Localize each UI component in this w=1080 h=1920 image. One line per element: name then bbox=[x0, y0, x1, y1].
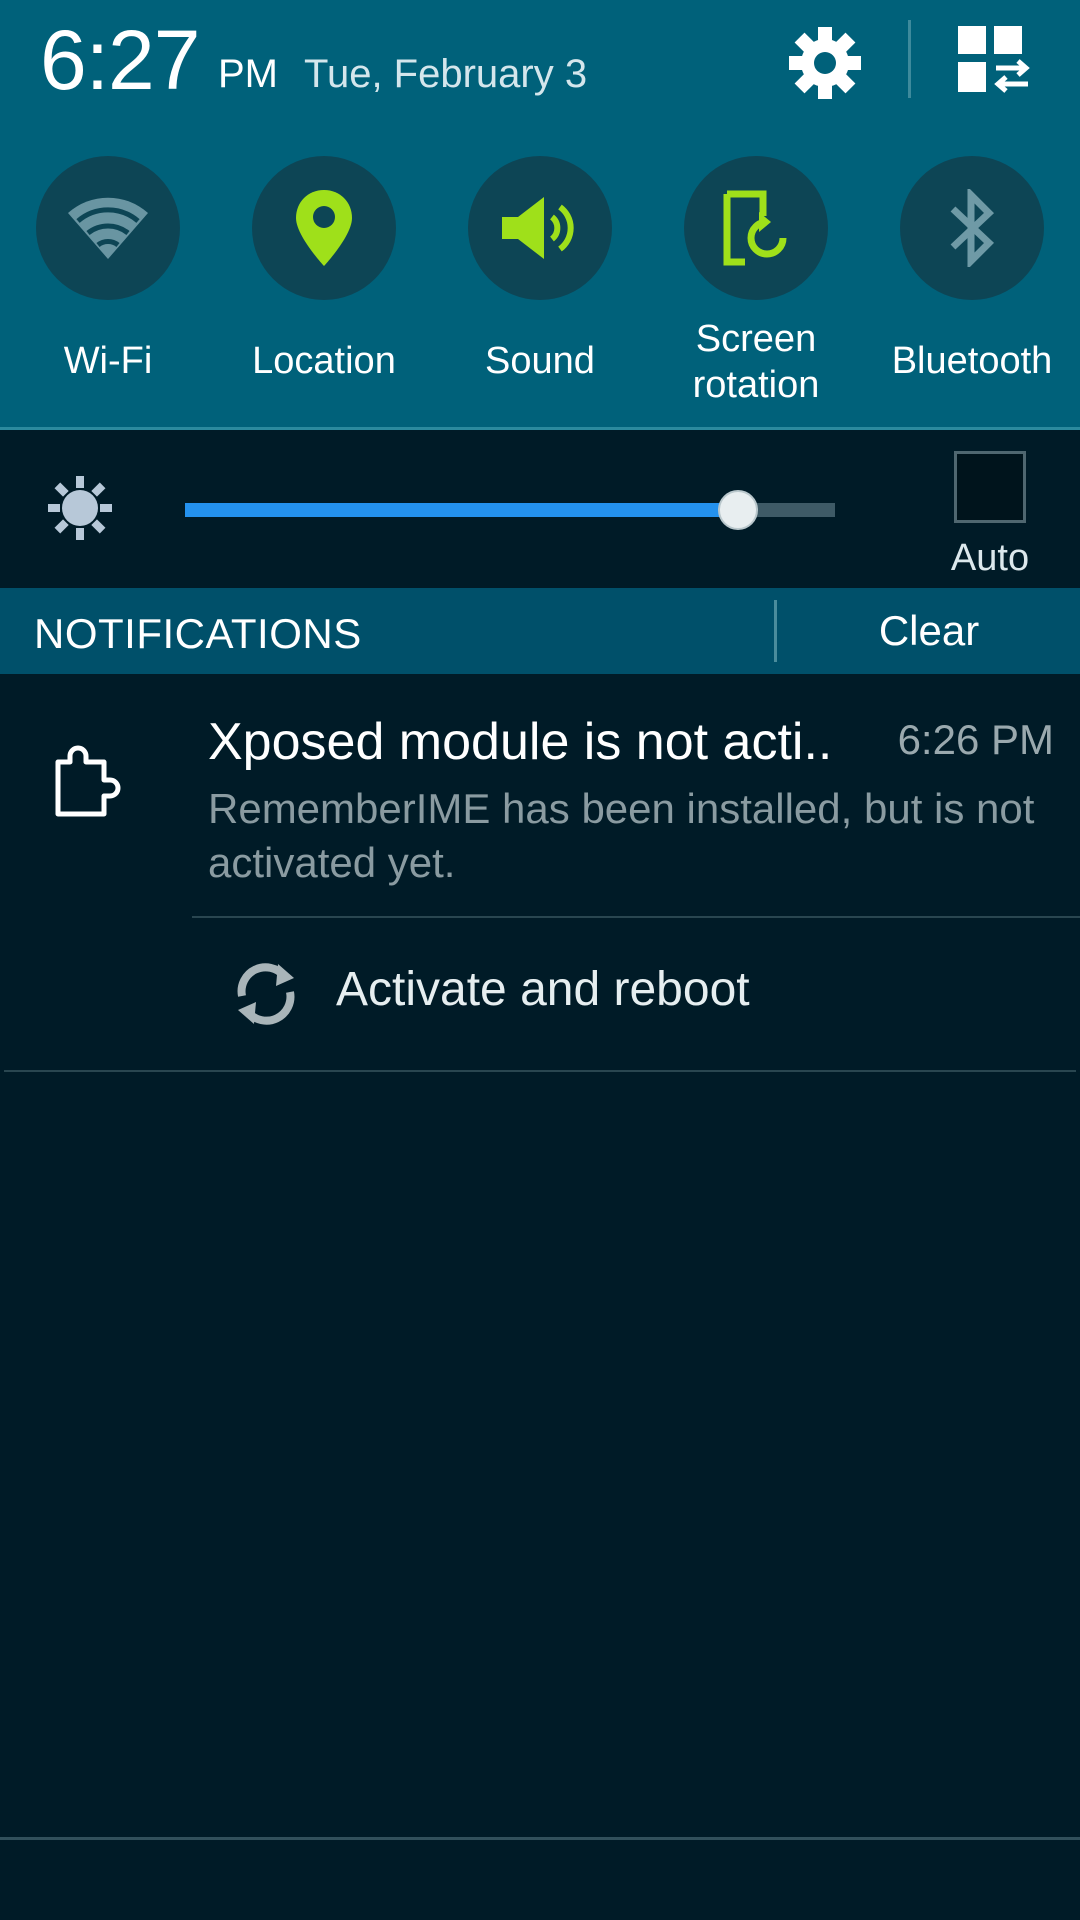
quick-settings-header: 6:27 PM Tue, February 3 Wi-Fi Location S… bbox=[0, 0, 1080, 430]
gear-icon bbox=[789, 27, 861, 99]
activate-and-reboot-label: Activate and reboot bbox=[336, 963, 750, 1016]
screen-rotation-icon bbox=[723, 190, 787, 266]
edit-quick-settings-button[interactable] bbox=[952, 20, 1036, 100]
toggle-sound-label: Sound bbox=[485, 340, 595, 382]
toggle-sound-circle bbox=[468, 156, 612, 300]
brightness-row: Auto bbox=[0, 433, 1080, 588]
toggle-wifi[interactable]: Wi-Fi bbox=[8, 152, 208, 412]
notification-time: 6:26 PM bbox=[897, 716, 1054, 763]
auto-brightness-checkbox[interactable] bbox=[954, 451, 1026, 523]
toggle-location[interactable]: Location bbox=[224, 152, 424, 412]
location-pin-icon bbox=[296, 190, 352, 266]
notification-title: Xposed module is not acti.. bbox=[208, 713, 833, 771]
toggle-sound[interactable]: Sound bbox=[440, 152, 640, 412]
toggle-location-circle bbox=[252, 156, 396, 300]
wifi-icon bbox=[68, 197, 148, 259]
notifications-title: NOTIFICATIONS bbox=[34, 610, 362, 657]
panel-bottom-divider bbox=[0, 1837, 1080, 1840]
bluetooth-icon bbox=[950, 189, 995, 267]
toggle-bluetooth-label: Bluetooth bbox=[891, 340, 1053, 382]
clock-ampm: PM bbox=[218, 52, 278, 96]
sync-icon bbox=[237, 963, 295, 1025]
auto-brightness-label: Auto bbox=[950, 537, 1030, 579]
clear-button[interactable]: Clear bbox=[778, 588, 1080, 674]
puzzle-piece-icon bbox=[55, 745, 121, 817]
toggle-screen-rotation-label: Screen rotation bbox=[646, 316, 866, 408]
toggle-screen-rotation-label-line1: Screen bbox=[695, 318, 817, 360]
brightness-slider-fill bbox=[185, 503, 738, 517]
date-label: Tue, February 3 bbox=[304, 52, 588, 96]
toggle-wifi-circle bbox=[36, 156, 180, 300]
toggle-bluetooth-circle bbox=[900, 156, 1044, 300]
notification-panel: 6:27 PM Tue, February 3 Wi-Fi Location S… bbox=[0, 0, 1080, 1920]
toggle-screen-rotation-label-line2: rotation bbox=[692, 364, 820, 406]
speaker-icon bbox=[502, 197, 574, 259]
toggle-wifi-label: Wi-Fi bbox=[63, 340, 153, 382]
grid-swap-icon bbox=[958, 26, 1030, 93]
toggle-screen-rotation[interactable]: Screen rotation bbox=[656, 152, 856, 412]
settings-button[interactable] bbox=[780, 18, 870, 108]
notifications-header: NOTIFICATIONS Clear bbox=[0, 588, 1080, 674]
quick-toggles: Wi-Fi Location Sound Screen rotation Blu… bbox=[0, 152, 1080, 412]
activate-and-reboot-button[interactable]: Activate and reboot bbox=[192, 918, 1080, 1058]
notification-body: RememberIME has been installed, but is n… bbox=[208, 785, 1035, 886]
toggle-location-label: Location bbox=[252, 340, 396, 382]
brightness-slider[interactable] bbox=[185, 490, 835, 530]
clock-time: 6:27 bbox=[40, 13, 200, 107]
notifications-divider bbox=[774, 600, 777, 662]
brightness-sun-icon bbox=[48, 476, 112, 540]
brightness-slider-thumb[interactable] bbox=[717, 490, 758, 530]
header-divider bbox=[908, 20, 911, 98]
notification-item-divider bbox=[4, 1070, 1076, 1072]
toggle-screen-rotation-circle bbox=[684, 156, 828, 300]
notification-item[interactable]: Xposed module is not acti.. 6:26 PM Reme… bbox=[0, 674, 1080, 1072]
toggle-bluetooth[interactable]: Bluetooth bbox=[872, 152, 1072, 412]
